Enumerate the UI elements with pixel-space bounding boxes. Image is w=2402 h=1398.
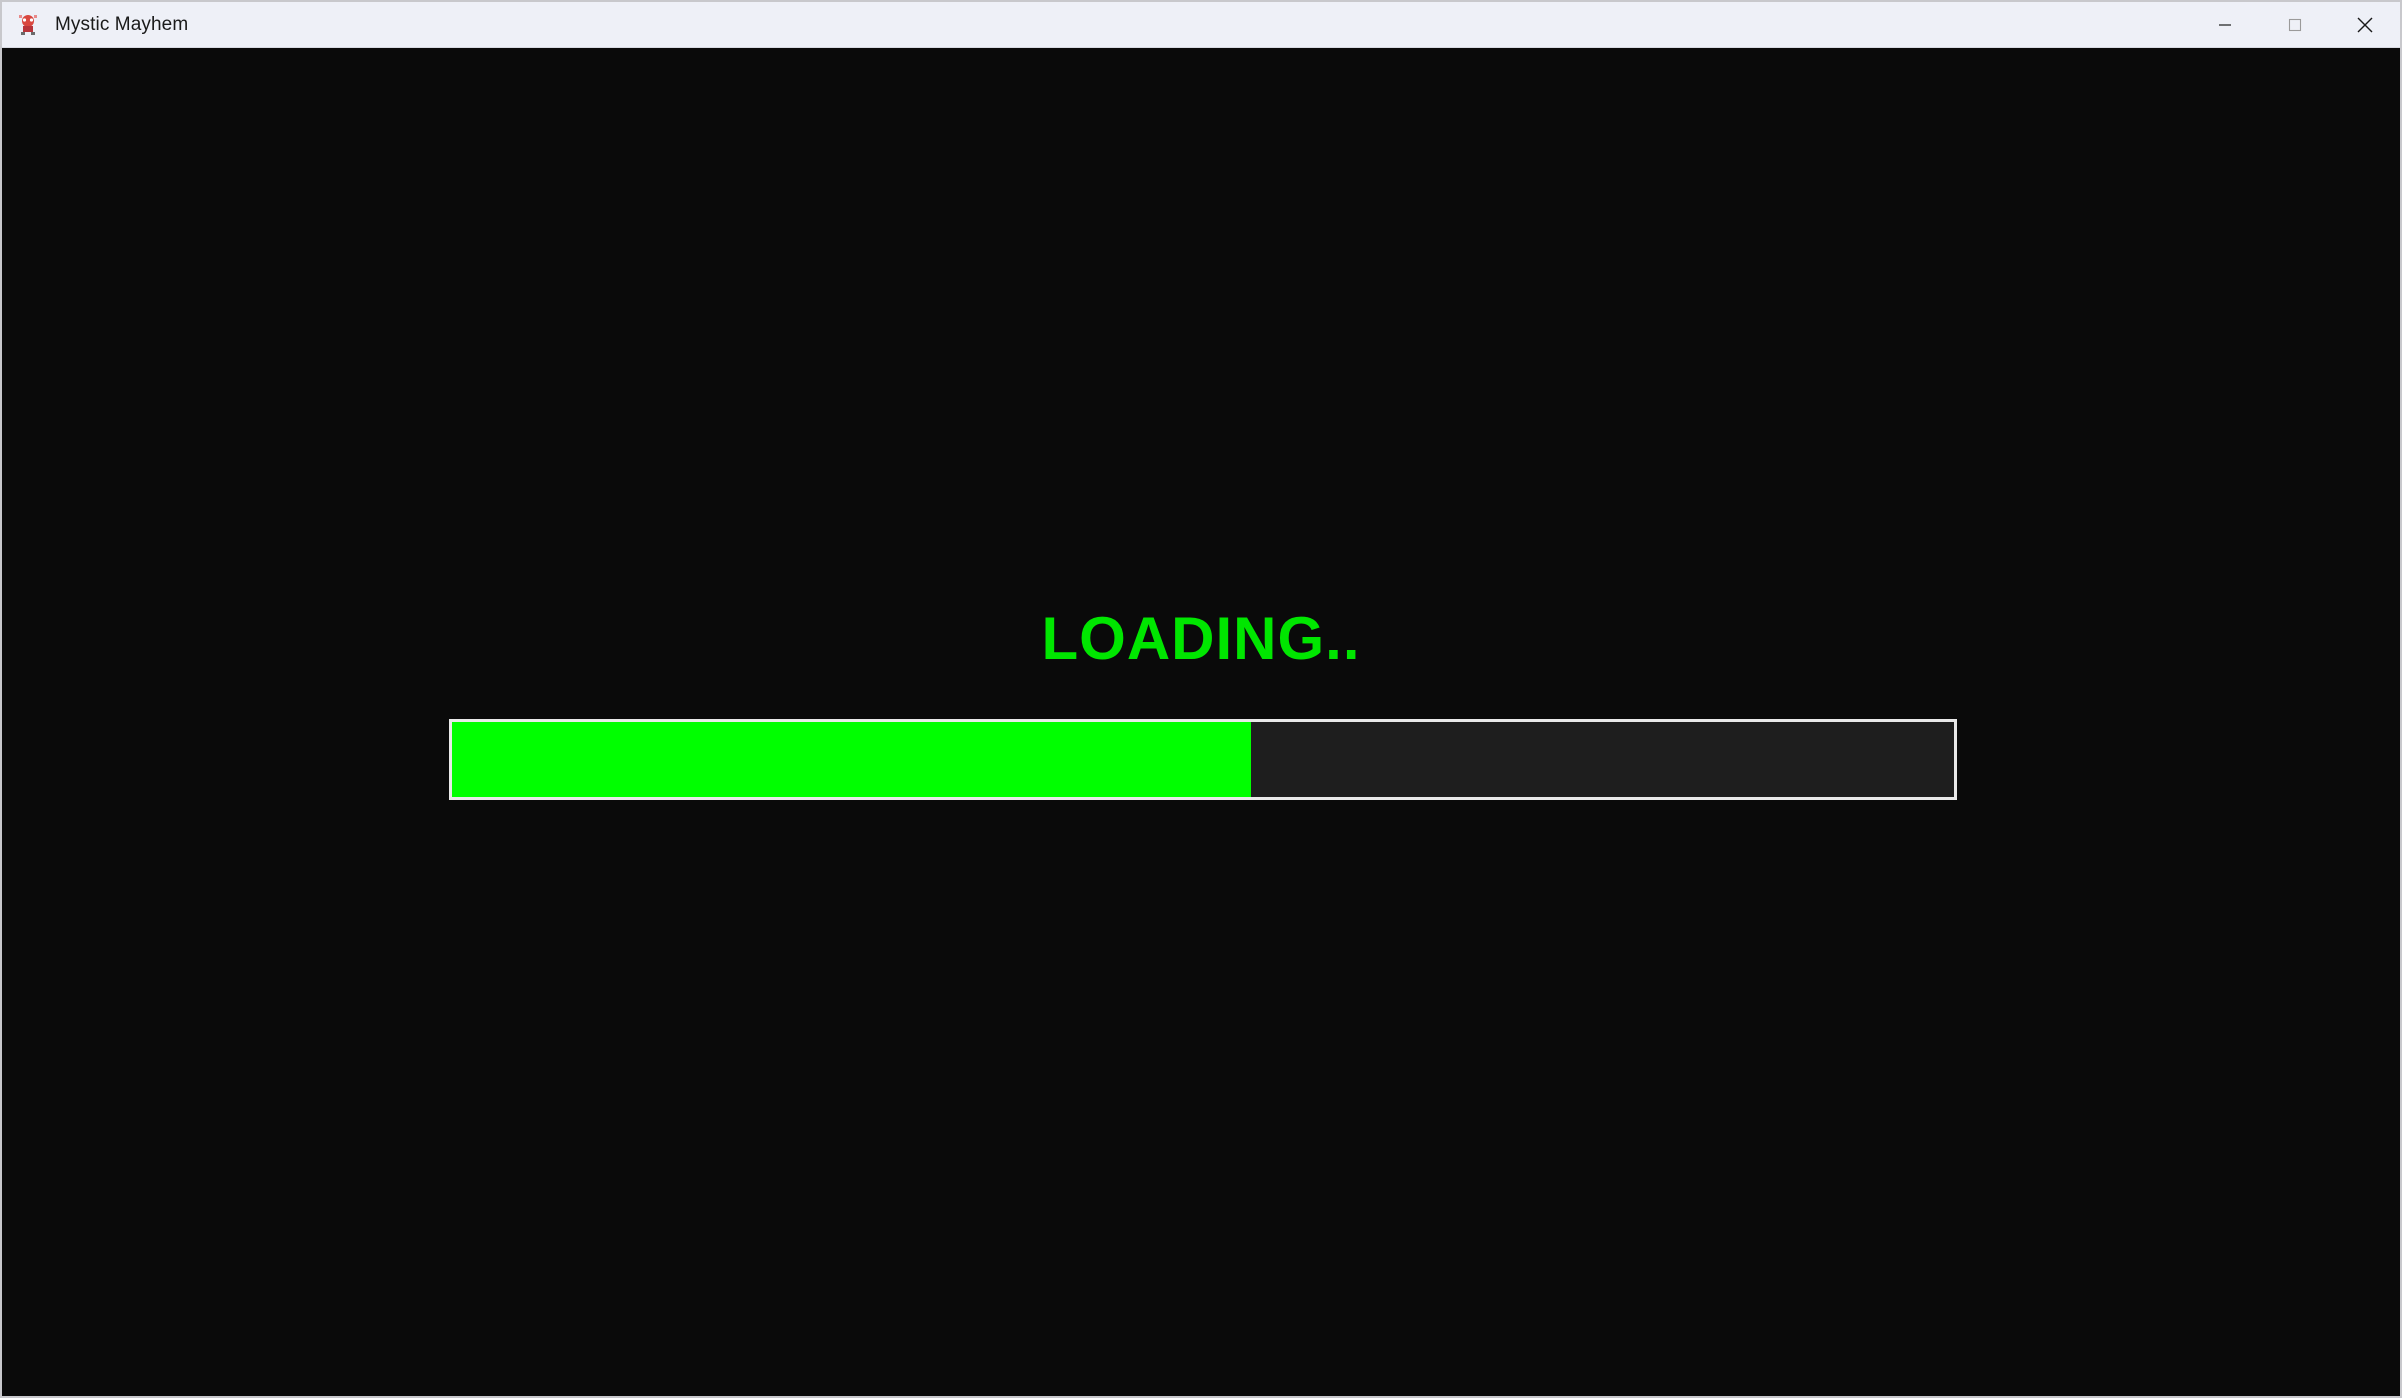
loading-progress-bar	[449, 719, 1957, 800]
loading-progress-fill	[452, 722, 1252, 797]
maximize-icon	[2288, 18, 2302, 31]
game-window: Mystic Mayhem LOADING..	[0, 0, 2402, 1398]
title-bar[interactable]: Mystic Mayhem	[2, 2, 2400, 48]
close-icon	[2357, 17, 2373, 32]
loading-label: LOADING..	[1041, 605, 1361, 672]
window-title: Mystic Mayhem	[55, 13, 189, 35]
minimize-icon	[2219, 23, 2231, 26]
window-controls	[2190, 2, 2400, 47]
app-icon	[15, 12, 41, 38]
maximize-button[interactable]	[2260, 2, 2330, 47]
close-button[interactable]	[2330, 2, 2400, 47]
game-canvas[interactable]: LOADING..	[2, 48, 2400, 1396]
minimize-button[interactable]	[2190, 2, 2260, 47]
